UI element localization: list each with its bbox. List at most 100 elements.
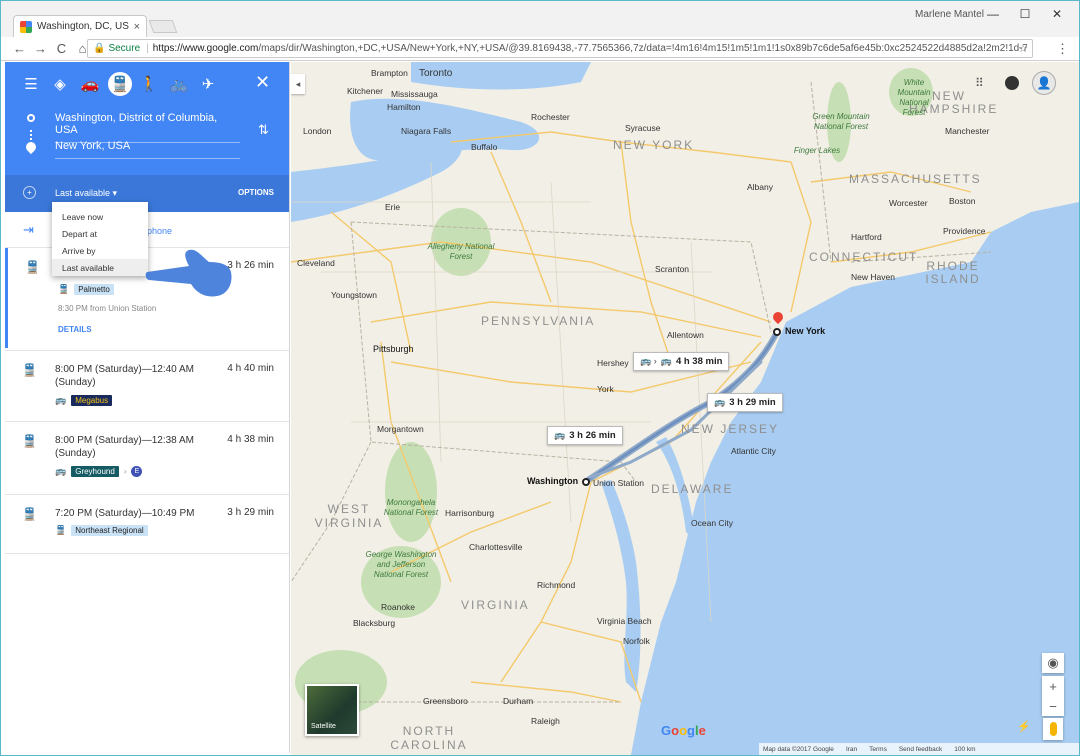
tab-title: Washington, DC, USA to (37, 21, 129, 32)
route-duration-callout[interactable]: 🚌 3 h 26 min (547, 426, 623, 445)
dropdown-item-last-available[interactable]: Last available (52, 259, 148, 276)
flight-icon[interactable]: ✈ (196, 72, 220, 96)
train-small-icon: 🚆 (55, 525, 67, 535)
city-label: Kitchener (347, 86, 383, 96)
clock-icon: + (23, 186, 36, 199)
dropdown-item-arrive-by[interactable]: Arrive by (52, 242, 148, 259)
title-bar: Washington, DC, USA to × Marlene Mantel … (1, 1, 1079, 37)
my-location-button[interactable]: ◉ (1042, 653, 1064, 673)
new-tab-button[interactable] (148, 20, 178, 33)
city-label: Youngstown (331, 290, 378, 300)
bus-icon: 🚌 (714, 397, 726, 407)
forest-label: Green Mountain National Forest (812, 112, 870, 131)
terms-link[interactable]: Terms (869, 746, 887, 753)
destination-marker[interactable] (773, 328, 781, 336)
swap-icon[interactable]: ⇅ (258, 122, 269, 138)
route-duration: 3 h 29 min (227, 507, 274, 518)
menu-icon[interactable]: ☰ (19, 72, 43, 96)
city-label: London (303, 126, 332, 136)
notifications-icon[interactable] (1005, 76, 1019, 90)
origin-field[interactable]: Washington, District of Columbia, USA (55, 112, 240, 143)
bus-icon: 🚌 › (640, 356, 657, 366)
compass-icon[interactable]: ⚡ (1017, 720, 1031, 733)
send-feedback-link[interactable]: Send feedback (899, 746, 942, 753)
back-button[interactable]: ← (9, 41, 30, 56)
forest-label: George Washington and Jefferson National… (365, 550, 437, 579)
zoom-in-button[interactable]: + (1042, 676, 1064, 696)
city-label: Brampton (371, 68, 408, 78)
forward-button[interactable]: → (30, 41, 51, 56)
address-bar[interactable]: 🔒 Secure | https://www.google.com/maps/d… (87, 39, 1033, 58)
train-icon: 🚆 (25, 260, 40, 274)
browser-toolbar: ← → C ⌂ 🔒 Secure | https://www.google.co… (1, 37, 1079, 61)
send-to-phone-icon[interactable]: ⇥ (23, 222, 34, 238)
state-label: VIRGINIA (461, 598, 530, 612)
route-duration-callout[interactable]: 🚌 3 h 29 min (707, 393, 783, 412)
satellite-toggle[interactable]: Satellite (305, 684, 359, 736)
route-option[interactable]: 🚆 8:00 PM (Saturday)—12:40 AM (Sunday) 4… (5, 351, 289, 421)
zoom-out-button[interactable]: − (1042, 696, 1064, 716)
collapse-panel-button[interactable]: ◂ (291, 74, 305, 94)
origin-marker[interactable] (582, 478, 590, 486)
apps-grid-icon[interactable]: ⠿ (975, 76, 984, 90)
bus-icon: 🚌 (55, 466, 67, 476)
profile-name[interactable]: Marlene Mantel (915, 9, 984, 20)
city-label: Niagara Falls (401, 126, 452, 136)
city-label: Morgantown (377, 424, 424, 434)
best-route-icon[interactable]: ◈ (48, 72, 72, 96)
cycling-icon[interactable]: 🚲 (167, 72, 191, 96)
bookmark-star-icon[interactable]: ☆ (1018, 42, 1028, 55)
time-dropdown: Leave now Depart at Arrive by Last avail… (52, 202, 148, 276)
close-window-button[interactable]: ✕ (1041, 3, 1073, 25)
maximize-button[interactable]: ☐ (1009, 3, 1041, 25)
line-badge: Northeast Regional (71, 525, 148, 536)
city-label: New Haven (851, 272, 895, 282)
state-label: RHODE ISLAND (925, 259, 981, 286)
destination-pin-icon (23, 139, 39, 155)
region-link[interactable]: Iran (846, 746, 857, 753)
zoom-controls: + − (1042, 676, 1064, 716)
city-label: Atlantic City (731, 446, 776, 456)
dropdown-item-leave-now[interactable]: Leave now (52, 208, 148, 225)
street-view-pegman[interactable] (1043, 718, 1063, 740)
city-label: Hershey (597, 358, 629, 368)
city-label: Mississauga (391, 89, 438, 99)
reload-button[interactable]: C (51, 41, 72, 56)
send-to-phone-link[interactable]: phone (147, 226, 172, 236)
city-label: Norfolk (623, 636, 650, 646)
scale-label[interactable]: 100 km (954, 746, 975, 753)
route-option[interactable]: 🚆 8:00 PM (Saturday)—12:38 AM (Sunday) 4… (5, 422, 289, 494)
options-button[interactable]: OPTIONS (238, 188, 274, 197)
route-option[interactable]: 🚆 7:20 PM (Saturday)—10:49 PM 3 h 29 min… (5, 495, 289, 553)
train-icon: 🚆 (22, 507, 37, 521)
browser-window: Washington, DC, USA to × Marlene Mantel … (0, 0, 1080, 756)
minimize-button[interactable]: — (977, 3, 1009, 25)
details-link[interactable]: DETAILS (58, 325, 92, 334)
city-label: Hamilton (387, 102, 421, 112)
avatar[interactable]: 👤 (1032, 71, 1056, 95)
state-label: DELAWARE (651, 482, 734, 496)
time-selector[interactable]: Last available ▾ (55, 188, 117, 199)
tab-close-icon[interactable]: × (134, 21, 140, 33)
transit-icon[interactable]: 🚆 (108, 72, 132, 96)
driving-icon[interactable]: 🚗 (78, 72, 102, 96)
city-label: Allentown (667, 330, 704, 340)
close-directions-icon[interactable]: ✕ (255, 72, 270, 93)
route-lines: 🚌 Megabus (55, 395, 113, 406)
train-small-icon: 🚆 (58, 284, 70, 294)
url-text: https://www.google.com/maps/dir/Washingt… (153, 43, 1027, 54)
map-footer: Map data ©2017 Google Iran Terms Send fe… (759, 743, 1079, 755)
route-lines: 🚆 Northeast Regional (55, 525, 148, 536)
url-separator: | (146, 43, 149, 54)
route-duration-callout[interactable]: 🚌 › 🚌 4 h 38 min (633, 352, 730, 371)
browser-tab[interactable]: Washington, DC, USA to × (13, 15, 147, 37)
browser-menu-icon[interactable]: ⋮ (1056, 41, 1069, 57)
map-canvas[interactable]: NEW YORK PENNSYLVANIA NEW JERSEY DELAWAR… (291, 62, 1079, 755)
dropdown-item-depart-at[interactable]: Depart at (52, 225, 148, 242)
city-label: Providence (943, 226, 986, 236)
destination-field[interactable]: New York, USA (55, 140, 240, 159)
route-times: 8:00 PM (Saturday)—12:38 AM (Sunday) (55, 435, 194, 459)
walking-icon[interactable]: 🚶 (137, 72, 161, 96)
city-label: Albany (747, 182, 773, 192)
city-label: Toronto (419, 68, 453, 79)
